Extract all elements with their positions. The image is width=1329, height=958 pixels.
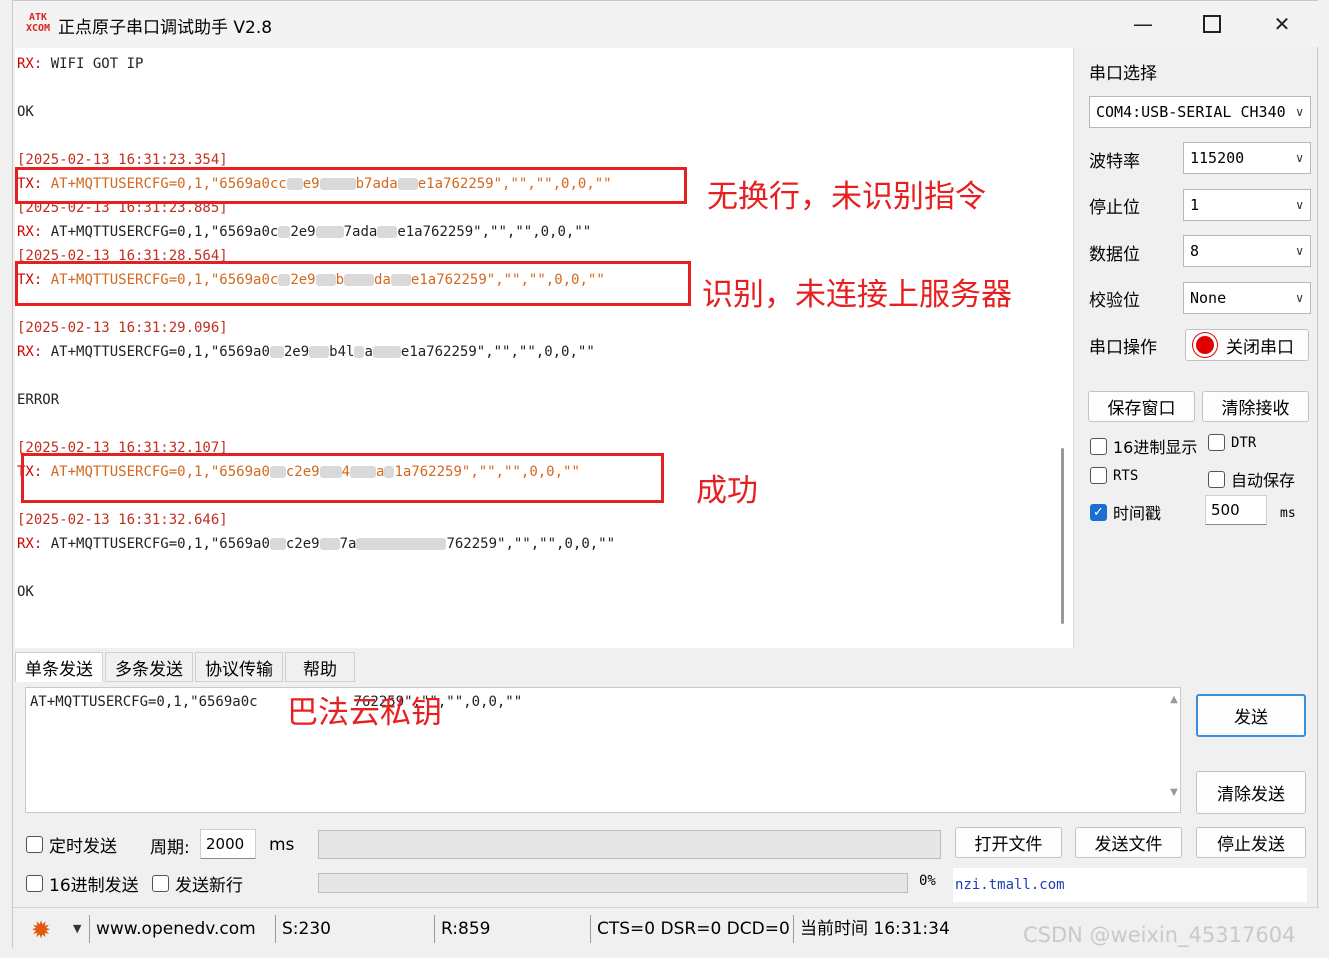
sent-count: S:230 xyxy=(275,915,331,943)
ms-unit-label: ms xyxy=(1280,506,1296,521)
hex-send-checkbox[interactable]: 16进制发送 xyxy=(26,871,139,896)
recv-line: RX: AT+MQTTUSERCFG=0,1,"6569a0 2e9 b4l a e1a… xyxy=(17,344,595,360)
minimize-button[interactable]: — xyxy=(1120,7,1166,41)
recv-line: OK xyxy=(17,104,34,120)
timestamp-checkbox[interactable]: ✓ 时间戳 xyxy=(1090,500,1161,524)
maximize-icon xyxy=(1203,15,1221,33)
chevron-down-icon: ∨ xyxy=(1295,198,1304,212)
dtr-checkbox[interactable]: DTR xyxy=(1208,434,1256,451)
annotation-text: 识别，未连接上服务器 xyxy=(702,277,1012,313)
parity-label: 校验位 xyxy=(1089,291,1140,311)
save-window-button[interactable]: 保存窗口 xyxy=(1088,391,1195,422)
recv-line: [2025-02-13 16:31:29.096] xyxy=(17,320,228,336)
send-newline-checkbox[interactable]: 发送新行 xyxy=(152,871,243,896)
databits-label: 数据位 xyxy=(1089,245,1140,265)
databits-select[interactable]: 8 ∨ xyxy=(1183,235,1311,267)
baud-select[interactable]: 115200 ∨ xyxy=(1183,142,1311,174)
send-button[interactable]: 发送 xyxy=(1196,694,1306,737)
chevron-down-icon: ∨ xyxy=(1295,151,1304,165)
stopbits-select[interactable]: 1 ∨ xyxy=(1183,189,1311,221)
app-logo: ATK XCOM xyxy=(25,12,51,36)
tab-multi-send[interactable]: 多条发送 xyxy=(105,652,193,682)
tab-single-send[interactable]: 单条发送 xyxy=(15,652,103,682)
recv-line: [2025-02-13 16:31:23.354] xyxy=(17,152,228,168)
annotation-text: 无换行，未识别指令 xyxy=(707,179,986,215)
tab-protocol[interactable]: 协议传输 xyxy=(195,652,283,682)
recv-line: RX: AT+MQTTUSERCFG=0,1,"6569a0c 2e9 7ada e1… xyxy=(17,224,592,240)
receive-scrollbar[interactable] xyxy=(1061,448,1064,624)
parity-select[interactable]: None ∨ xyxy=(1183,282,1311,314)
period-unit-label: ms xyxy=(269,835,295,855)
period-label: 周期: xyxy=(150,838,190,858)
stop-send-button[interactable]: 停止发送 xyxy=(1196,827,1306,858)
close-button[interactable]: ✕ xyxy=(1259,7,1305,41)
record-icon xyxy=(1196,336,1214,354)
highlight-box xyxy=(15,167,687,204)
clear-send-button[interactable]: 清除发送 xyxy=(1196,771,1306,814)
baud-label: 波特率 xyxy=(1089,152,1140,172)
hex-display-checkbox[interactable]: 16进制显示 xyxy=(1090,434,1197,458)
progress-percent: 0% xyxy=(919,873,936,889)
auto-save-checkbox[interactable]: 自动保存 xyxy=(1208,467,1295,491)
minimize-icon: — xyxy=(1133,12,1153,36)
clear-receive-button[interactable]: 清除接收 xyxy=(1202,391,1309,422)
timed-send-checkbox[interactable]: 定时发送 xyxy=(26,832,117,857)
stopbits-label: 停止位 xyxy=(1089,198,1140,218)
recv-line: ERROR xyxy=(17,392,60,408)
gear-icon[interactable]: ✹ xyxy=(31,916,51,944)
send-file-button[interactable]: 发送文件 xyxy=(1075,827,1182,858)
open-file-button[interactable]: 打开文件 xyxy=(955,827,1062,858)
recv-line: OK xyxy=(17,584,34,600)
tab-help[interactable]: 帮助 xyxy=(285,652,355,682)
port-op-label: 串口操作 xyxy=(1089,338,1157,358)
website-link[interactable]: www.openedv.com xyxy=(89,915,256,943)
receive-area[interactable]: RX: WIFI GOT IP OK [2025-02-13 16:31:23.… xyxy=(15,48,1074,648)
chevron-down-icon: ∨ xyxy=(1295,105,1304,119)
window-title: 正点原子串口调试助手 V2.8 xyxy=(58,18,273,38)
recv-line: RX: AT+MQTTUSERCFG=0,1,"6569a0 c2e9 7a 7622… xyxy=(17,536,616,552)
maximize-button[interactable] xyxy=(1189,7,1235,41)
scroll-down-icon: ▼ xyxy=(1170,787,1178,798)
close-port-button[interactable]: 关闭串口 xyxy=(1185,329,1309,361)
send-text: AT+MQTTUSERCFG=0,1,"6569a0c 762259","",""… xyxy=(30,694,523,710)
current-time: 当前时间 16:31:34 xyxy=(793,915,950,943)
rts-checkbox[interactable]: RTS xyxy=(1090,467,1138,484)
highlight-box xyxy=(21,453,664,503)
file-path-field[interactable] xyxy=(318,830,941,859)
timestamp-interval-input[interactable]: 500 xyxy=(1205,495,1267,525)
check-icon: ✓ xyxy=(1090,503,1107,521)
chevron-down-icon[interactable]: ▼ xyxy=(73,922,81,935)
app-window: ATK XCOM 正点原子串口调试助手 V2.8 — ✕ RX: WIFI GO… xyxy=(12,0,1319,948)
watermark: CSDN @weixin_45317604 xyxy=(1023,923,1296,947)
highlight-box xyxy=(15,261,691,306)
ad-banner[interactable]: nzi.tmall.com xyxy=(953,868,1307,902)
scroll-up-icon: ▲ xyxy=(1170,694,1178,705)
send-progress-bar xyxy=(318,873,908,893)
port-select[interactable]: COM4:USB-SERIAL CH340 ∨ xyxy=(1089,96,1311,128)
close-icon: ✕ xyxy=(1273,12,1291,36)
annotation-text: 巴法云私钥 xyxy=(287,695,442,731)
chevron-down-icon: ∨ xyxy=(1295,244,1304,258)
chevron-down-icon: ∨ xyxy=(1295,291,1304,305)
port-label: 串口选择 xyxy=(1089,64,1157,84)
annotation-text: 成功 xyxy=(696,473,758,509)
title-bar: ATK XCOM 正点原子串口调试助手 V2.8 — ✕ xyxy=(13,1,1319,47)
send-scrollbar[interactable]: ▲ ▼ xyxy=(1167,694,1181,806)
ad-link[interactable]: nzi.tmall.com xyxy=(955,877,1065,893)
modem-lines-status: CTS=0 DSR=0 DCD=0 xyxy=(590,915,790,943)
recv-line: RX: WIFI GOT IP xyxy=(17,56,144,72)
send-input[interactable]: AT+MQTTUSERCFG=0,1,"6569a0c 762259","",""… xyxy=(25,687,1181,813)
logo-text: ATK xyxy=(28,12,48,23)
period-input[interactable]: 2000 xyxy=(200,829,256,859)
recv-line: [2025-02-13 16:31:32.646] xyxy=(17,512,228,528)
logo-text: XCOM xyxy=(25,23,51,34)
close-port-label: 关闭串口 xyxy=(1226,337,1294,358)
received-count: R:859 xyxy=(434,915,490,943)
